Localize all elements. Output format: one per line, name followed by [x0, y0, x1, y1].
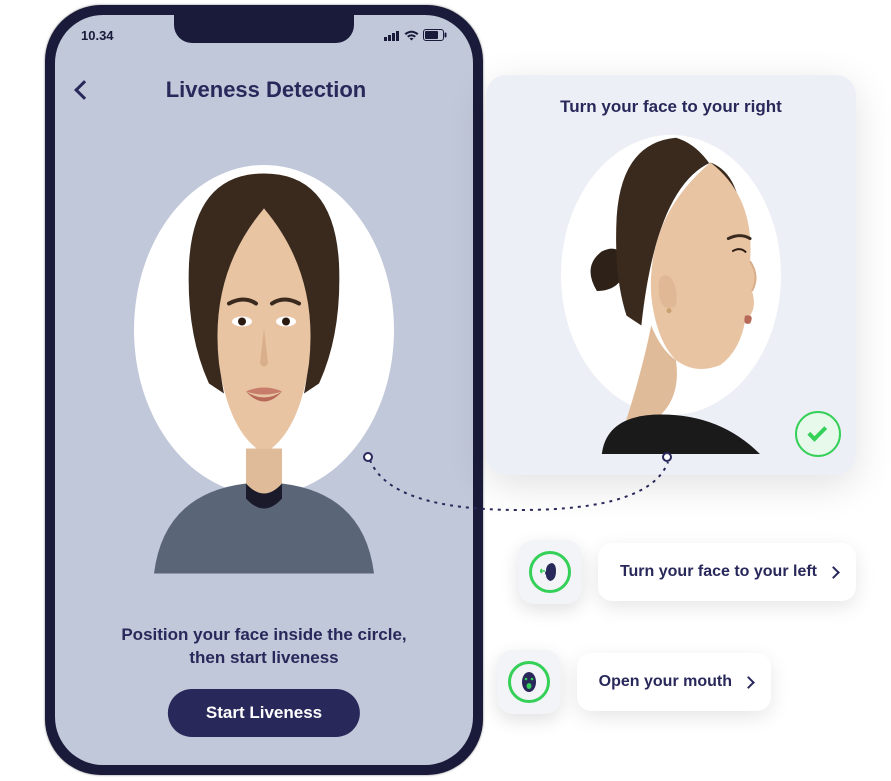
face-profile-illustration [561, 118, 781, 454]
phone-notch [174, 15, 354, 43]
turn-right-oval [561, 135, 781, 415]
turn-left-icon-box [518, 540, 582, 604]
face-guide-oval [134, 165, 394, 495]
phone-frame: 10.34 Liveness Detection [45, 5, 483, 775]
app-header: Liveness Detection [55, 65, 473, 115]
chevron-right-icon [742, 676, 755, 689]
success-check-icon [795, 411, 841, 457]
instruction-text: Position your face inside the circle, th… [55, 624, 473, 670]
turn-left-card[interactable]: Turn your face to your left [598, 543, 856, 601]
open-mouth-card[interactable]: Open your mouth [577, 653, 771, 711]
turn-left-label: Turn your face to your left [620, 563, 817, 581]
battery-icon [423, 29, 447, 41]
camera-preview [55, 150, 473, 630]
turn-left-ring-icon [529, 551, 571, 593]
open-mouth-tile: Open your mouth [497, 650, 771, 714]
open-mouth-icon-box [497, 650, 561, 714]
wifi-icon [404, 30, 419, 41]
mouth-open-icon [520, 671, 538, 693]
phone-screen: 10.34 Liveness Detection [55, 15, 473, 765]
back-button[interactable] [74, 80, 94, 100]
signal-icon [384, 30, 400, 41]
start-liveness-button[interactable]: Start Liveness [168, 689, 360, 737]
face-front-illustration [134, 149, 394, 578]
turn-right-card: Turn your face to your right [486, 75, 856, 475]
turn-left-tile: Turn your face to your left [518, 540, 856, 604]
status-indicators [384, 29, 447, 41]
page-title: Liveness Detection [111, 77, 421, 103]
turn-right-title: Turn your face to your right [508, 97, 834, 117]
status-time: 10.34 [81, 28, 114, 43]
connector-line [360, 450, 680, 530]
head-left-icon [540, 561, 560, 583]
open-mouth-label: Open your mouth [599, 673, 732, 691]
chevron-right-icon [827, 566, 840, 579]
open-mouth-ring-icon [508, 661, 550, 703]
